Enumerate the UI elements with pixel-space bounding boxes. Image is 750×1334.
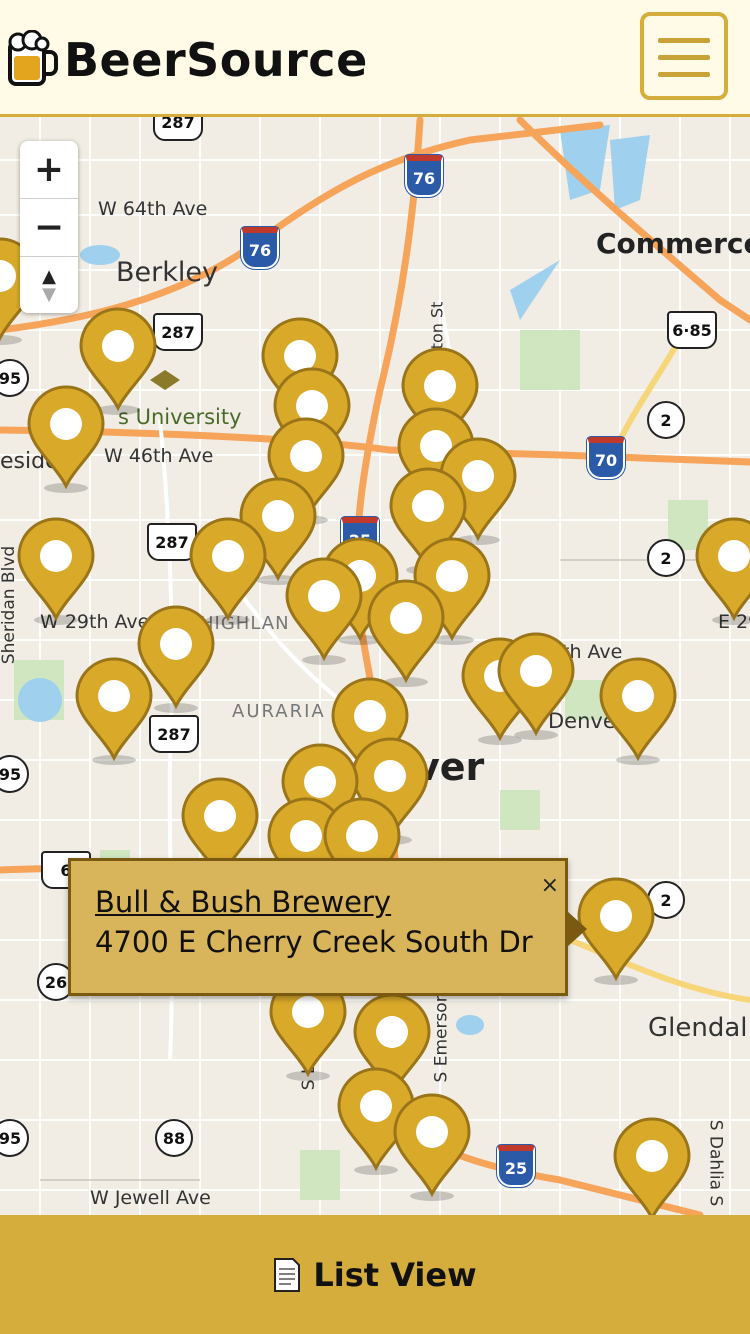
compass-icon: ▲ [42,265,56,287]
map-label: S Dahlia S [705,1119,726,1207]
app-title[interactable]: BeerSource [64,30,368,90]
brewery-pin-icon[interactable] [693,516,750,626]
map-label: Commerce [596,227,750,260]
brewery-pin-icon[interactable] [73,656,155,766]
zoom-in-button[interactable]: + [20,141,78,199]
map-label: AURARIA [232,701,326,722]
map-label: Glendal [648,1013,748,1043]
brewery-pin-icon[interactable] [575,876,657,986]
route-shield: 2 [647,401,685,439]
brewery-pin-icon[interactable] [391,1092,473,1202]
brewery-pin-icon[interactable] [365,578,447,688]
brewery-pin-icon[interactable] [495,631,577,741]
route-shield: 6·85 [667,311,717,349]
route-shield: 76 [405,155,443,197]
zoom-control: + − ▲ ▼ [20,141,78,313]
map-label: W 46th Ave [104,445,214,467]
map-view[interactable]: W 64th Ave Berkley Commerce s University… [0,117,750,1215]
list-view-button[interactable]: List View [0,1215,750,1334]
beer-mug-icon [8,30,58,86]
route-shield: 76 [241,227,279,269]
map-label: W Jewell Ave [90,1187,211,1209]
brewery-pin-icon[interactable] [15,516,97,626]
menu-button[interactable] [640,12,728,100]
brewery-address: 4700 E Cherry Creek South Dr [95,925,533,959]
app-header: BeerSource [0,0,750,117]
popup-pointer [567,911,587,947]
route-shield: 287 [153,117,203,141]
route-shield: 2 [647,539,685,577]
map-label: Berkley [116,257,218,288]
route-shield: 70 [587,437,625,479]
map-label: W 64th Ave [98,198,208,220]
zoom-out-button[interactable]: − [20,199,78,257]
route-shield: 287 [149,715,199,753]
brewery-name-link[interactable]: Bull & Bush Brewery [95,885,391,919]
brewery-pin-icon[interactable] [25,384,107,494]
hamburger-menu-icon [658,38,710,43]
document-icon [274,1257,301,1292]
route-shield: 287 [153,313,203,351]
list-view-label: List View [313,1255,477,1294]
brewery-pin-icon[interactable] [283,556,365,666]
brewery-popup: Bull & Bush Brewery 4700 E Cherry Creek … [68,858,587,996]
route-shield: 88 [155,1119,193,1157]
route-shield: 25 [497,1145,535,1187]
brewery-pin-icon[interactable] [597,656,679,766]
close-icon[interactable]: × [541,873,559,898]
brewery-pin-icon[interactable] [611,1116,693,1215]
map-label: S Emerson [431,991,452,1083]
compass-reset-button[interactable]: ▲ ▼ [20,257,78,314]
